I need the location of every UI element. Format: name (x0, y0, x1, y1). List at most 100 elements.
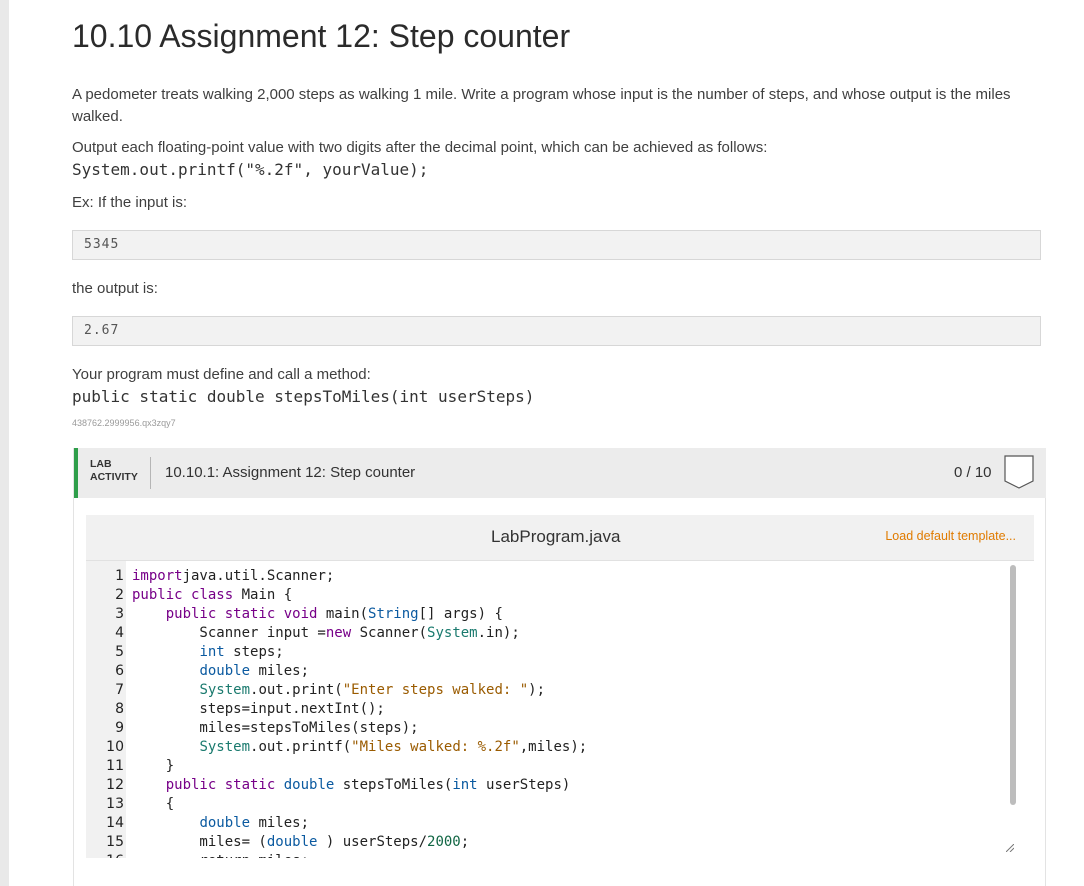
code-token: ) userSteps/ (317, 834, 428, 850)
editor-file-name: LabProgram.java (491, 527, 621, 546)
lab-header-divider (150, 457, 151, 489)
line-number: 13 (106, 796, 124, 812)
code-text: miles=stepsToMiles(steps); (132, 719, 419, 738)
editor-scrollbar[interactable] (1010, 565, 1016, 805)
code-token: import (132, 568, 183, 584)
code-text: double miles; (132, 662, 309, 681)
code-line: 5 int steps; (86, 643, 1006, 662)
code-line: 16 return miles; (86, 852, 1006, 858)
line-number: 16 (86, 852, 124, 858)
code-token: Main { (233, 587, 293, 603)
line-number: 7 (115, 682, 124, 698)
method-instruction: Your program must define and call a meth… (72, 366, 371, 383)
code-text: return miles; (132, 852, 309, 858)
output-label: the output is: (72, 280, 158, 297)
line-number: 4 (115, 625, 124, 641)
code-token: ); (528, 682, 546, 698)
line-number: 2 (115, 587, 124, 603)
code-token: miles= ( (132, 834, 267, 850)
code-token: miles; (250, 815, 310, 831)
code-line: 10 System.out.printf("Miles walked: %.2f… (86, 738, 1006, 757)
code-token: java.util.Scanner; (182, 568, 335, 584)
code-text: System.out.print("Enter steps walked: ")… (132, 681, 545, 700)
code-text-area[interactable]: 1 importjava.util.Scanner; 2 public class M… (86, 560, 1034, 858)
code-editor: LabProgram.java Load default template...… (86, 515, 1034, 858)
code-text: System.out.printf("Miles walked: %.2f",m… (132, 738, 587, 757)
code-text: steps=input.nextInt(); (132, 700, 385, 719)
code-line: 1 importjava.util.Scanner; (86, 567, 1006, 586)
lab-activity-panel: LAB ACTIVITY 10.10.1: Assignment 12: Ste… (73, 448, 1046, 886)
code-text: double miles; (132, 814, 309, 833)
code-line: 13 { (86, 795, 1006, 814)
example-input-box: 5345 (72, 230, 1041, 260)
method-signature: public static double stepsToMiles(int us… (72, 387, 535, 406)
code-token: double (266, 834, 318, 850)
code-lines: 1 importjava.util.Scanner; 2 public class M… (86, 567, 1006, 858)
code-token: System (199, 682, 251, 698)
output-instruction: Output each floating-point value with tw… (72, 139, 768, 156)
code-token: { (132, 796, 175, 812)
code-token: steps; (224, 644, 284, 660)
example-output-box: 2.67 (72, 316, 1041, 346)
code-token: String (368, 606, 419, 622)
code-token: "Miles walked: %.2f" (351, 739, 520, 755)
code-token: return miles; (132, 853, 309, 858)
code-line: 14 double miles; (86, 814, 1006, 833)
code-line: 3 public static void main(String[] args)… (86, 605, 1006, 624)
page-edge-strip (0, 0, 9, 886)
code-text: } (132, 757, 174, 776)
activity-hash: 438762.2999956.qx3zqy7 (72, 418, 176, 428)
code-token: double (283, 777, 335, 793)
code-token: userSteps) (477, 777, 571, 793)
line-number: 6 (115, 663, 124, 679)
code-token: main( (317, 606, 369, 622)
code-token: ; (460, 834, 470, 850)
line-number: 10 (106, 739, 124, 755)
code-token: double (199, 663, 251, 679)
code-token: stepsToMiles( (334, 777, 453, 793)
code-line: 11 } (86, 757, 1006, 776)
code-text: int steps; (132, 643, 284, 662)
code-text: { (132, 795, 174, 814)
code-token: ,miles); (519, 739, 588, 755)
code-token: int (452, 777, 478, 793)
code-token: class (191, 587, 234, 603)
code-line: 6 double miles; (86, 662, 1006, 681)
code-line: 12 public static double stepsToMiles(int… (86, 776, 1006, 795)
code-text: public class Main { (132, 586, 292, 605)
lab-activity-name: 10.10.1: Assignment 12: Step counter (165, 464, 416, 481)
line-number: 14 (106, 815, 124, 831)
code-line: 2 public class Main { (86, 586, 1006, 605)
line-number: 12 (106, 777, 124, 793)
code-token: steps=input.nextInt(); (132, 701, 385, 717)
line-number: 1 (115, 568, 124, 584)
line-number: 15 (106, 834, 124, 850)
lab-score: 0 / 10 (954, 464, 992, 481)
code-token: new (325, 625, 352, 641)
printf-example: System.out.printf("%.2f", yourValue); (72, 160, 429, 179)
code-text: importjava.util.Scanner; (132, 567, 334, 586)
code-token: System (199, 739, 251, 755)
lab-header: LAB ACTIVITY 10.10.1: Assignment 12: Ste… (74, 448, 1046, 498)
line-number: 8 (115, 701, 124, 717)
load-default-template-link[interactable]: Load default template... (885, 529, 1016, 543)
code-line: 8 steps=input.nextInt(); (86, 700, 1006, 719)
code-token: .out.printf( (250, 739, 352, 755)
lab-tag-line2: ACTIVITY (90, 471, 138, 483)
code-token: public static void (165, 606, 318, 622)
code-token: .out.print( (250, 682, 343, 698)
code-line: 9 miles=stepsToMiles(steps); (86, 719, 1006, 738)
resize-grip-icon[interactable] (1006, 844, 1014, 852)
code-token: public (132, 587, 183, 603)
code-token: miles=stepsToMiles(steps); (132, 720, 419, 736)
code-text: public static double stepsToMiles(int us… (132, 776, 571, 795)
code-token: miles; (250, 663, 310, 679)
